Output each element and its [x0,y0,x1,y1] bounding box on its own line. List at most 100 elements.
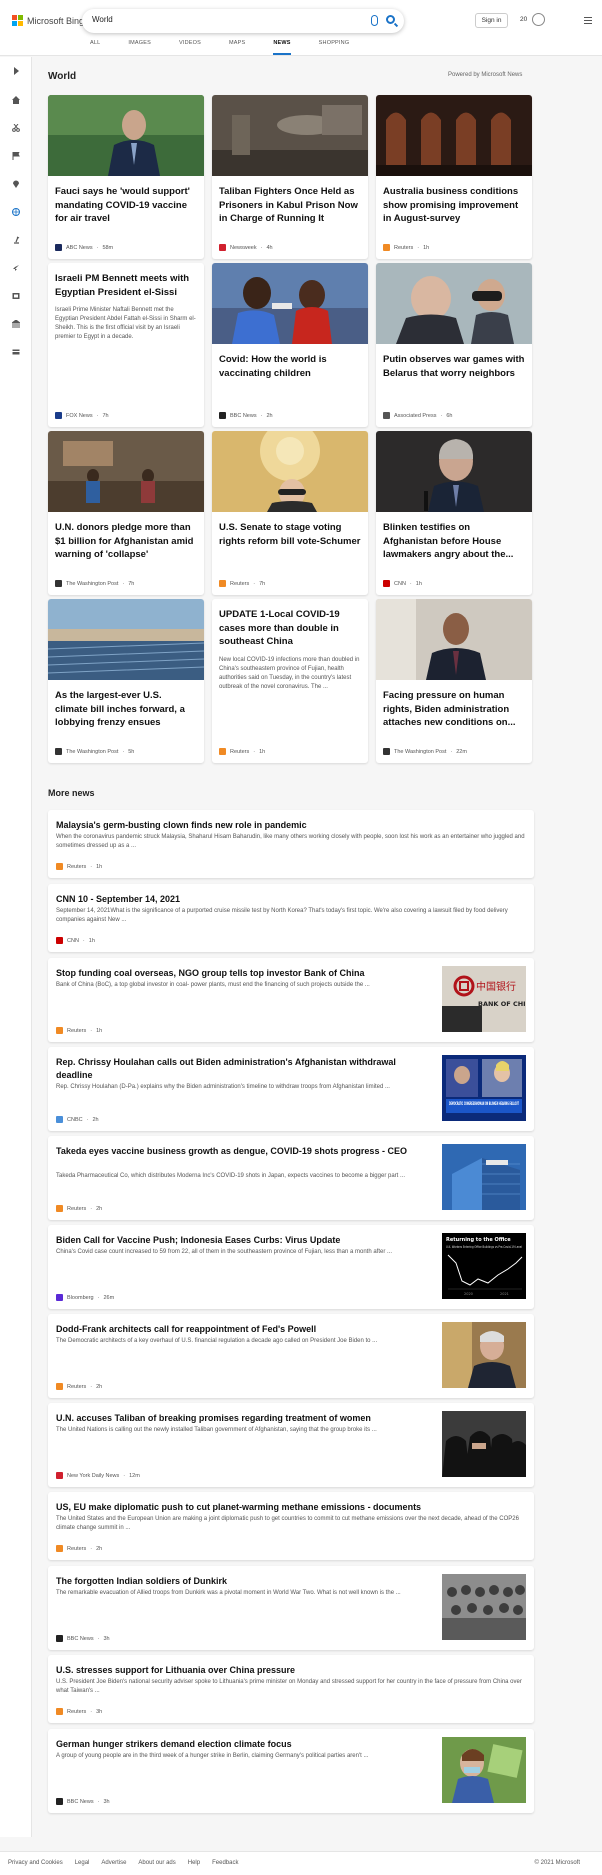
rewards-count[interactable]: 20 [520,16,527,23]
news-card-image[interactable] [48,95,204,176]
more-news-source[interactable]: CNN · 1h [56,937,95,944]
more-news-title[interactable]: US, EU make diplomatic push to cut plane… [56,1501,526,1514]
news-card-image[interactable] [376,95,532,176]
menu-icon[interactable] [584,17,592,26]
bing-logo[interactable]: Microsoft Bing [12,15,84,26]
news-card-image[interactable] [376,599,532,680]
expand-arrow-icon[interactable] [12,67,20,75]
news-card-source[interactable]: The Washington Post · 22m [383,748,467,755]
film-icon[interactable] [12,292,20,300]
location-pin-icon[interactable] [12,180,20,188]
tab-images[interactable]: IMAGES [128,40,151,55]
news-card[interactable]: Taliban Fighters Once Held as Prisoners … [212,95,368,259]
footer-link[interactable]: Privacy and Cookies [8,1860,63,1866]
news-card[interactable]: Putin observes war games with Belarus th… [376,263,532,427]
more-news-title[interactable]: Dodd-Frank architects call for reappoint… [56,1323,426,1336]
more-news-item[interactable]: US, EU make diplomatic push to cut plane… [48,1492,534,1560]
news-card-title[interactable]: As the largest-ever U.S. climate bill in… [48,680,204,730]
search-input[interactable]: World [92,15,113,24]
more-news-source[interactable]: CNBC · 2h [56,1116,99,1123]
footer-link[interactable]: Advertise [101,1860,126,1866]
news-card-source[interactable]: BBC News · 2h [219,412,273,419]
news-card-image[interactable] [48,599,204,680]
bank-icon[interactable] [12,320,20,328]
news-card-source[interactable]: CNN · 1h [383,580,422,587]
powered-by-label[interactable]: Powered by Microsoft News [448,72,522,78]
more-news-title[interactable]: U.N. accuses Taliban of breaking promise… [56,1412,426,1425]
news-card-source[interactable]: Reuters · 1h [219,748,265,755]
news-card-title[interactable]: Taliban Fighters Once Held as Prisoners … [212,176,368,226]
tab-all[interactable]: ALL [90,40,100,55]
more-news-source[interactable]: Reuters · 1h [56,1027,102,1034]
more-news-title[interactable]: Malaysia's germ-busting clown finds new … [56,819,526,832]
more-news-source[interactable]: Bloomberg · 26m [56,1294,114,1301]
news-card[interactable]: Covid: How the world is vaccinating chil… [212,263,368,427]
sign-in-button[interactable]: Sign in [475,13,508,28]
news-card[interactable]: U.N. donors pledge more than $1 billion … [48,431,204,595]
news-card[interactable]: As the largest-ever U.S. climate bill in… [48,599,204,763]
more-news-title[interactable]: Biden Call for Vaccine Push; Indonesia E… [56,1234,426,1247]
more-news-item[interactable]: CNN 10 - September 14, 2021 September 14,… [48,884,534,952]
news-card[interactable]: U.S. Senate to stage voting rights refor… [212,431,368,595]
microscope-icon[interactable] [12,236,20,244]
more-news-title[interactable]: Stop funding coal overseas, NGO group te… [56,967,426,980]
footer-link[interactable]: Feedback [212,1860,238,1866]
news-card-source[interactable]: Associated Press · 6h [383,412,452,419]
more-news-title[interactable]: The forgotten Indian soldiers of Dunkirk [56,1575,426,1588]
home-icon[interactable] [12,96,20,104]
news-card[interactable]: Fauci says he 'would support' mandating … [48,95,204,259]
news-card[interactable]: Israeli PM Bennett meets with Egyptian P… [48,263,204,427]
news-thumbnail[interactable] [442,1322,526,1388]
more-news-source[interactable]: Reuters · 1h [56,863,102,870]
news-card-source[interactable]: ABC News · 58m [55,244,113,251]
news-card-title[interactable]: Fauci says he 'would support' mandating … [48,176,204,226]
news-thumbnail[interactable] [442,1144,526,1210]
news-card-title[interactable]: Facing pressure on human rights, Biden a… [376,680,532,730]
more-news-title[interactable]: CNN 10 - September 14, 2021 [56,893,526,906]
news-card-title[interactable]: Australia business conditions show promi… [376,176,532,226]
news-card[interactable]: UPDATE 1-Local COVID-19 cases more than … [212,599,368,763]
news-card-image[interactable] [48,431,204,512]
more-news-item[interactable]: Biden Call for Vaccine Push; Indonesia E… [48,1225,534,1309]
scissors-icon[interactable] [12,124,20,132]
news-card-title[interactable]: Putin observes war games with Belarus th… [376,344,532,380]
news-card-title[interactable]: Israeli PM Bennett meets with Egyptian P… [48,263,204,299]
news-card[interactable]: Blinken testifies on Afghanistan before … [376,431,532,595]
more-news-source[interactable]: Reuters · 2h [56,1383,102,1390]
footer-link[interactable]: Help [188,1860,200,1866]
more-news-item[interactable]: Rep. Chrissy Houlahan calls out Biden ad… [48,1047,534,1131]
news-card-source[interactable]: FOX News · 7h [55,412,109,419]
news-card-image[interactable] [212,431,368,512]
news-card-image[interactable] [212,263,368,344]
rocket-icon[interactable] [12,264,20,272]
news-thumbnail[interactable]: Returning to the Office U.K. Workers Ente… [442,1233,526,1299]
news-card-title[interactable]: Blinken testifies on Afghanistan before … [376,512,532,562]
more-news-item[interactable]: German hunger strikers demand election c… [48,1729,534,1813]
news-thumbnail[interactable] [442,1737,526,1803]
tab-news[interactable]: NEWS [273,40,291,55]
more-news-item[interactable]: Stop funding coal overseas, NGO group te… [48,958,534,1042]
news-card-title[interactable]: U.N. donors pledge more than $1 billion … [48,512,204,562]
more-news-item[interactable]: Dodd-Frank architects call for reappoint… [48,1314,534,1398]
more-news-title[interactable]: U.S. stresses support for Lithuania over… [56,1664,526,1677]
news-card-title[interactable]: Covid: How the world is vaccinating chil… [212,344,368,380]
more-news-item[interactable]: U.N. accuses Taliban of breaking promise… [48,1403,534,1487]
credit-card-icon[interactable] [12,348,20,356]
more-news-item[interactable]: Takeda eyes vaccine business growth as d… [48,1136,534,1220]
news-thumbnail[interactable] [442,1574,526,1640]
search-icon[interactable] [386,15,395,24]
microphone-icon[interactable] [371,15,378,26]
more-news-title[interactable]: Takeda eyes vaccine business growth as d… [56,1145,426,1158]
tab-shopping[interactable]: SHOPPING [319,40,350,55]
news-thumbnail[interactable] [442,1411,526,1477]
news-card-image[interactable] [376,263,532,344]
rewards-trophy-icon[interactable] [532,13,545,26]
news-card-image[interactable] [376,431,532,512]
more-news-source[interactable]: BBC News · 3h [56,1798,110,1805]
more-news-title[interactable]: German hunger strikers demand election c… [56,1738,426,1751]
news-card[interactable]: Australia business conditions show promi… [376,95,532,259]
more-news-item[interactable]: Malaysia's germ-busting clown finds new … [48,810,534,878]
more-news-source[interactable]: Reuters · 2h [56,1545,102,1552]
news-thumbnail[interactable]: DEMOCRATIC CONGRESSWOMAN ON BLINKEN HEAR… [442,1055,526,1121]
news-card-title[interactable]: UPDATE 1-Local COVID-19 cases more than … [212,599,368,649]
